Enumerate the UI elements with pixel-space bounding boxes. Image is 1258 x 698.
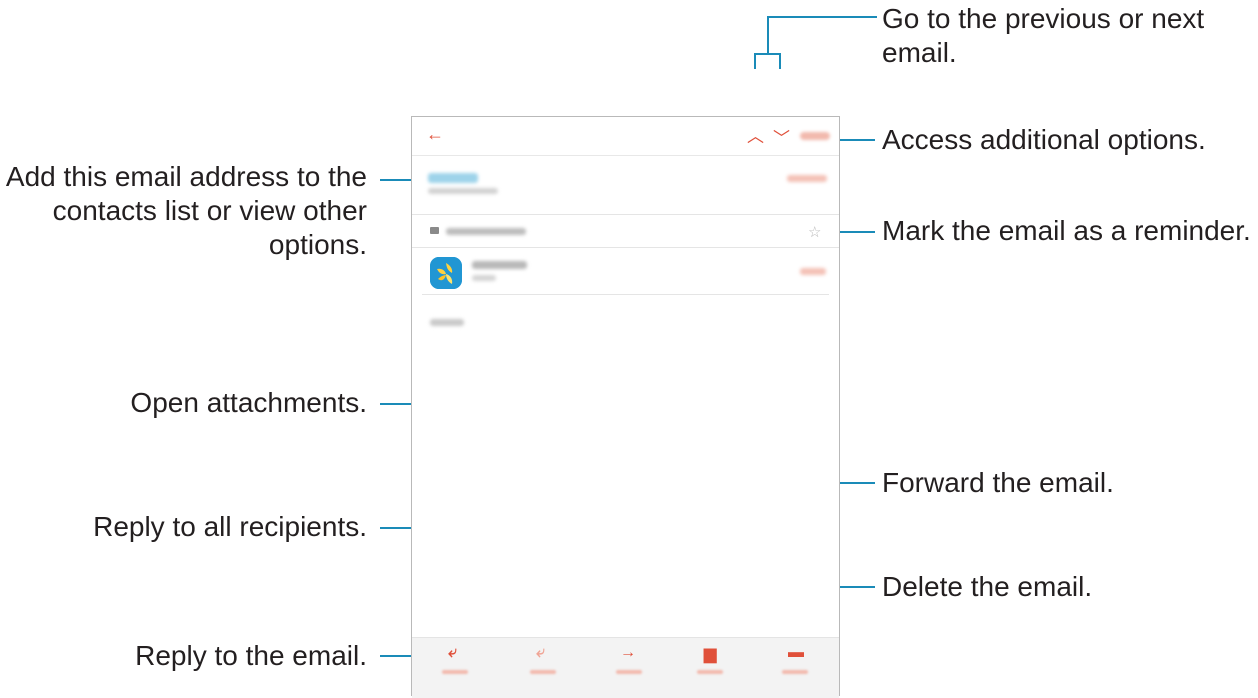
more-options-button[interactable] [800,132,830,140]
reply-all-icon[interactable]: ⤶ [536,644,545,662]
attachment-size [472,275,496,281]
divider [412,214,839,215]
star-icon[interactable]: ☆ [808,223,821,241]
forward-icon[interactable]: → [620,644,636,662]
email-date [787,175,827,182]
callout-forward: Forward the email. [882,467,1114,498]
chevron-up-icon[interactable]: ︿ [747,122,764,147]
trash-icon[interactable]: ▆ [704,644,716,664]
leader-prev-next-right [779,53,781,69]
bottom-action-bar: ⤶ ⤶ → ▆ ▬ [412,637,839,698]
divider [422,294,829,295]
attachment-action[interactable] [800,268,826,275]
gallery-app-icon[interactable] [430,257,462,289]
sender-address [428,188,498,194]
callout-reply: Reply to the email. [135,640,367,671]
leader-prev-next-bracket [754,53,781,55]
callout-reply-all: Reply to all recipients. [93,511,367,542]
message-icon[interactable]: ▬ [788,644,804,662]
callout-add-contact: Add this email address to the contacts l… [5,161,367,260]
sender-name[interactable] [428,173,478,183]
leader-prev-next-v [767,16,769,54]
email-subject [446,228,526,235]
chevron-down-icon[interactable]: ﹀ [773,124,790,149]
attachment-name [472,261,527,269]
callout-prev-next: Go to the previous or next email. [882,3,1205,68]
callout-more-options: Access additional options. [882,124,1206,155]
callout-delete: Delete the email. [882,571,1093,602]
reply-icon[interactable]: ⤶ [448,644,457,662]
top-bar: ← ︿ ﹀ [412,117,839,156]
more-label [782,670,808,674]
leader-prev-next-left [754,53,756,69]
leader-prev-next-h [767,16,877,18]
divider [412,247,839,248]
email-body [430,319,464,326]
delete-label [697,670,723,674]
back-arrow-icon[interactable]: ← [426,124,444,145]
email-view: ← ︿ ﹀ ☆ ⤶ ⤶ → ▆ ▬ [411,116,840,698]
reply-label [442,670,468,674]
callout-reminder: Mark the email as a reminder. [882,215,1251,246]
callout-attachments: Open attachments. [130,387,367,418]
reply-all-label [530,670,556,674]
message-bubble-icon [430,227,439,234]
forward-label [616,670,642,674]
